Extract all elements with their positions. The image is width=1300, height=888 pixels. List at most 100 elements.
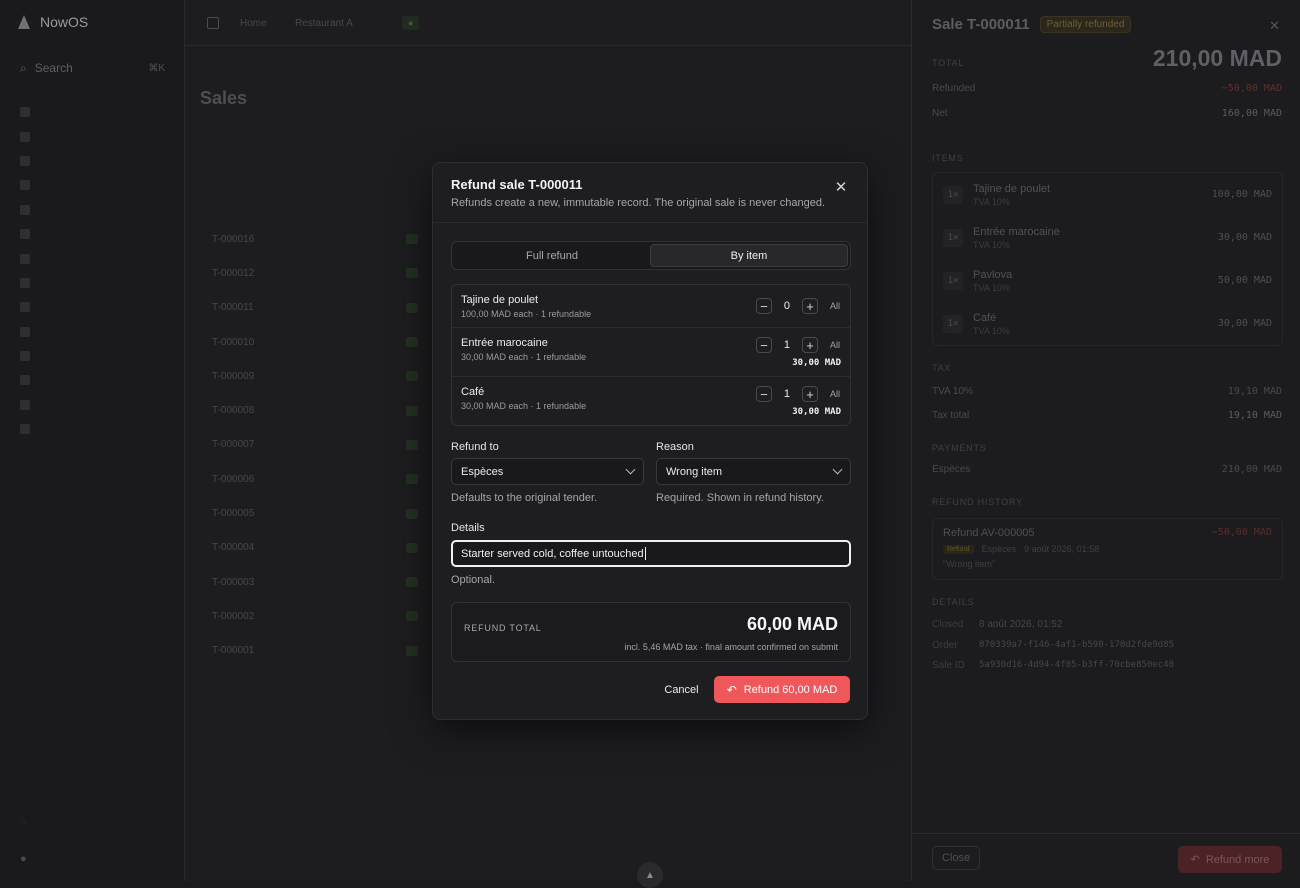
details-hint: Optional. (451, 574, 495, 586)
all-button[interactable]: All (830, 389, 840, 399)
sidebar-item[interactable] (20, 100, 165, 124)
minus-button[interactable]: − (756, 298, 772, 314)
refund-tag: Refund (943, 545, 974, 554)
page-title: Sales (200, 88, 900, 109)
submit-refund-label: Refund 60,00 MAD (744, 684, 838, 696)
refund-lines: Tajine de poulet 100,00 MAD each · 1 ref… (451, 284, 851, 426)
item-name: Pavlova (973, 269, 1012, 281)
breadcrumb (200, 60, 900, 74)
row-id: T-000001 (212, 645, 254, 656)
status-badge (406, 234, 418, 244)
sidebar-item[interactable] (20, 393, 165, 417)
sidebar-item[interactable] (20, 222, 165, 246)
item-price: 30,00 MAD (1218, 232, 1272, 243)
sidebar-item[interactable] (20, 295, 165, 319)
sidebar-footer-link[interactable]: ◌ (20, 816, 27, 828)
nav-icon (20, 327, 30, 337)
sidebar-toggle-icon[interactable] (207, 17, 219, 29)
assistant-fab[interactable]: ▲ (637, 862, 663, 888)
sidebar-item[interactable] (20, 124, 165, 148)
sidebar-item[interactable] (20, 271, 165, 295)
minus-button[interactable]: − (756, 337, 772, 353)
sidebar-item[interactable] (20, 320, 165, 344)
drawer-footer: Close ↶Refund more (912, 833, 1300, 881)
plus-button[interactable]: + (802, 298, 818, 314)
refund-total-box: REFUND TOTAL 60,00 MAD incl. 5,46 MAD ta… (451, 602, 851, 662)
status-badge (406, 440, 418, 450)
row-id: T-000007 (212, 439, 254, 450)
status-badge (406, 543, 418, 553)
item-tax: TVA 10% (973, 283, 1012, 293)
refund-total-value: 60,00 MAD (747, 614, 838, 635)
item-qty: 1× (943, 229, 963, 247)
sidebar-search[interactable]: ⌕ Search ⌘K (20, 58, 165, 78)
plus-button[interactable]: + (802, 337, 818, 353)
sidebar-item[interactable] (20, 344, 165, 368)
all-button[interactable]: All (830, 301, 840, 311)
net-value: 160,00 MAD (1222, 108, 1282, 119)
tax-total-label: Tax total (932, 410, 969, 421)
status-badge (406, 577, 418, 587)
close-icon[interactable]: ✕ (833, 180, 849, 196)
net-row: Net 160,00 MAD (932, 108, 1282, 119)
sidebar-user[interactable]: ● (20, 853, 27, 865)
details-input[interactable]: Starter served cold, coffee untouched (451, 540, 851, 567)
detail-row: Sale ID5a930d16-4d94-4f05-b3ff-70cbe850e… (932, 660, 1174, 671)
reason-select[interactable]: Wrong item (656, 458, 851, 485)
refund-to-select[interactable]: Espèces (451, 458, 644, 485)
submit-refund-button[interactable]: ↶ Refund 60,00 MAD (714, 676, 850, 703)
refund-amount: −50,00 MAD (1212, 527, 1272, 538)
refund-total-label: REFUND TOTAL (464, 623, 542, 633)
sidebar-item[interactable] (20, 417, 165, 441)
status-badge (406, 371, 418, 381)
plus-button[interactable]: + (802, 386, 818, 402)
list-item: Tajine de poulet 100,00 MAD each · 1 ref… (452, 285, 850, 327)
status-badge (406, 509, 418, 519)
quantity-stepper: − 0 + All (756, 298, 840, 314)
sidebar: NowOS ⌕ Search ⌘K ◌ ● (0, 0, 185, 881)
item-name: Tajine de poulet (973, 183, 1050, 195)
topbar-crumb-home[interactable]: Home (240, 18, 267, 29)
nav-icon (20, 205, 30, 215)
detail-key: Sale ID (932, 660, 979, 671)
tva-value: 19,10 MAD (1228, 386, 1282, 397)
minus-button[interactable]: − (756, 386, 772, 402)
logo-icon: ▲ (645, 870, 655, 881)
nav-icon (20, 180, 30, 190)
item-tax: TVA 10% (973, 326, 1010, 336)
refund-more-button[interactable]: ↶Refund more (1178, 846, 1282, 873)
sidebar-item[interactable] (20, 246, 165, 270)
nav-icon (20, 156, 30, 166)
status-badge: Partially refunded (1040, 16, 1132, 33)
list-item: 1×Entrée marocaineTVA 10%30,00 MAD (933, 216, 1282, 259)
refund-history-item[interactable]: Refund AV-000005 −50,00 MAD RefundEspèce… (932, 518, 1283, 580)
row-id: T-000002 (212, 611, 254, 622)
drawer-title: Sale T-000011 (932, 16, 1030, 33)
topbar-crumb-location[interactable]: Restaurant A (295, 18, 353, 29)
tab-by-item[interactable]: By item (650, 244, 848, 267)
status-badge (406, 406, 418, 416)
status-badge (406, 337, 418, 347)
net-label: Net (932, 108, 948, 119)
nav-icon (20, 400, 30, 410)
sidebar-item[interactable] (20, 368, 165, 392)
sidebar-item[interactable] (20, 149, 165, 173)
drawer-header: Sale T-000011 Partially refunded (932, 16, 1131, 33)
refund-mode-toggle: Full refund By item (451, 241, 851, 270)
sidebar-item[interactable] (20, 198, 165, 222)
sidebar-item[interactable] (20, 173, 165, 197)
refunded-row: Refunded−50,00 MAD (932, 83, 1282, 94)
close-button[interactable]: Close (932, 846, 980, 870)
row-id: T-000008 (212, 405, 254, 416)
payments-label: PAYMENTS (932, 443, 987, 453)
all-button[interactable]: All (830, 340, 840, 350)
tva-row: TVA 10%19,10 MAD (932, 386, 1282, 397)
item-price: 100,00 MAD (1212, 189, 1272, 200)
avatar: ● (20, 853, 27, 865)
refund-history-label: REFUND HISTORY (932, 497, 1023, 507)
dialog-title: Refund sale T-000011 (451, 177, 583, 192)
close-icon[interactable]: ✕ (1269, 18, 1280, 34)
cancel-button[interactable]: Cancel (659, 677, 704, 703)
payment-value: 210,00 MAD (1222, 464, 1282, 475)
tab-full-refund[interactable]: Full refund (454, 244, 650, 267)
